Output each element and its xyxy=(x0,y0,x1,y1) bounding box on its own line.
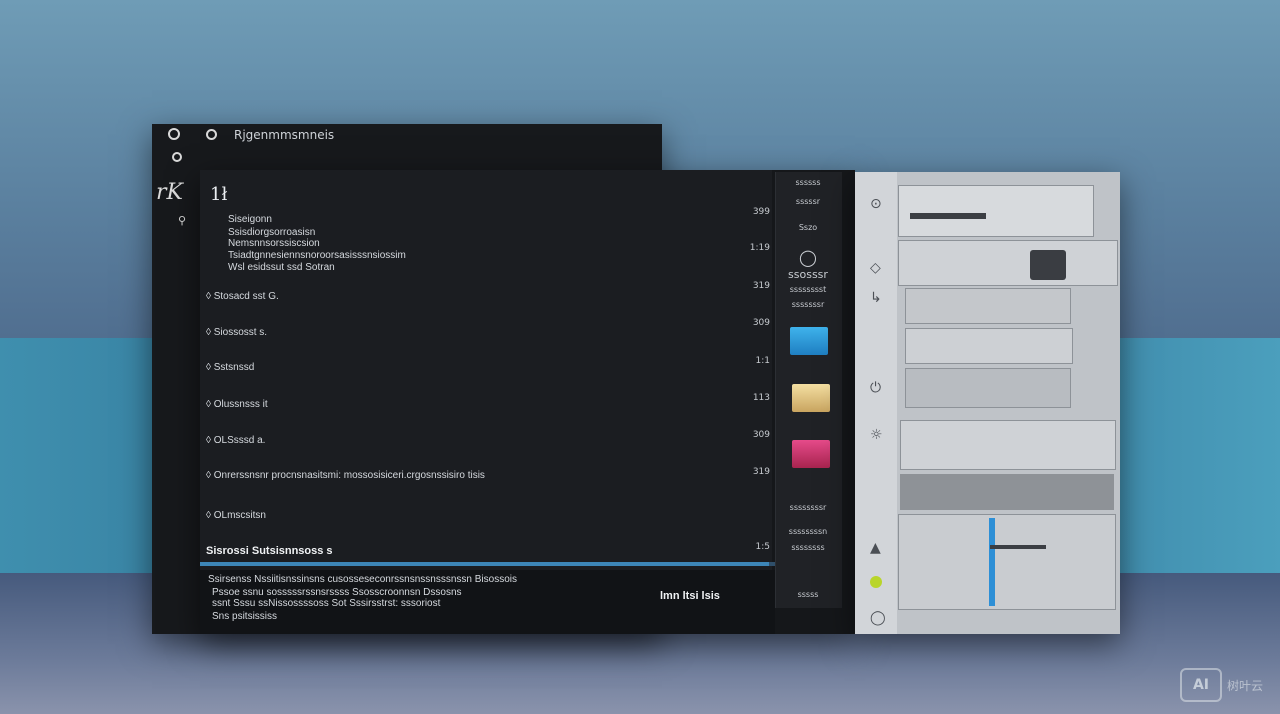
side-item[interactable]: sssss xyxy=(782,590,834,599)
side-item[interactable]: ssssssssn xyxy=(782,527,834,536)
status-light-icon xyxy=(870,576,882,588)
footer-line: Sns psitsississ xyxy=(212,611,278,622)
window-settings-icon[interactable] xyxy=(206,129,217,140)
drive-bay xyxy=(898,514,1116,610)
intro-line: Wsl esidssut ssd Sotran xyxy=(228,262,335,273)
row-number: 309 xyxy=(752,318,770,328)
side-item[interactable]: sssssr xyxy=(782,197,834,206)
drive-button[interactable] xyxy=(1030,250,1066,280)
drive-bay xyxy=(898,240,1118,286)
list-item-label: Sstsnssd xyxy=(213,362,255,373)
watermark-badge: AI xyxy=(1180,668,1222,702)
circle-icon[interactable] xyxy=(172,152,182,162)
drive-slot xyxy=(910,213,986,219)
side-item[interactable]: ssssssssr xyxy=(782,503,834,512)
case-rail xyxy=(855,172,897,634)
tag-icon[interactable]: ◇ xyxy=(870,260,881,276)
progress-fill xyxy=(200,562,770,566)
progress-bar xyxy=(200,562,775,566)
rail-glyph: rK xyxy=(156,180,183,205)
row-number: 319 xyxy=(752,281,770,291)
eject-icon[interactable]: ▲ xyxy=(870,540,881,556)
link-icon[interactable]: ⊙ xyxy=(870,196,882,212)
side-item[interactable]: sssssssst xyxy=(782,285,834,294)
side-item[interactable]: ssosssr xyxy=(782,268,834,281)
window-menu-icon[interactable] xyxy=(168,128,180,140)
drive-bay xyxy=(905,368,1071,408)
side-item[interactable]: ssssssss xyxy=(782,543,834,552)
list-item[interactable]: ◊ Olussnsss it xyxy=(206,399,268,410)
drive-bay-top xyxy=(898,185,1094,237)
intro-line: Tsiadtgnnesiennsnoroorsasisssnsiossim xyxy=(228,250,406,261)
cable-vertical xyxy=(989,518,995,606)
compass-icon[interactable]: ☼ xyxy=(870,427,883,443)
pink-folder-icon[interactable] xyxy=(792,440,830,468)
row-number: 1:5 xyxy=(755,542,770,552)
list-item-label: Onrerssnsnr procnsnasitsmi: mossosisicer… xyxy=(213,470,485,481)
watermark-text: 树叶云 xyxy=(1227,679,1264,693)
arrow-icon[interactable]: ↳ xyxy=(870,290,882,306)
list-item-label: OLSsssd a. xyxy=(213,435,266,446)
row-number: 309 xyxy=(752,430,770,440)
row-number: 113 xyxy=(752,393,770,403)
footer-line: ssnt Sssu ssNissossssoss Sot Sssirsstrst… xyxy=(212,598,441,609)
window-titlebar: Rjgenmmsmneis xyxy=(152,124,662,170)
page-title: 1ł xyxy=(210,184,228,205)
list-item[interactable]: ◊ OLmscsitsn xyxy=(206,510,266,521)
intro-line: Siseigonn xyxy=(228,214,272,225)
list-item-label: OLmscsitsn xyxy=(213,510,266,521)
footer-line: Pssoe ssnu sosssssrssnsrssss Ssosscroonn… xyxy=(212,587,462,598)
disk-icon[interactable]: ◯ xyxy=(870,610,886,626)
list-item[interactable]: ◊ Sstsnssd xyxy=(206,362,254,373)
list-item-label: Siossosst s. xyxy=(213,327,268,338)
status-text: lmn ltsi lsis xyxy=(660,590,720,602)
footer-line: Ssirsenss Nssiitisnssinsns cusosseseconr… xyxy=(208,574,517,585)
drive-bay xyxy=(905,288,1071,324)
side-item[interactable]: sssssssr xyxy=(782,300,834,309)
list-item[interactable]: ◊ Onrerssnsnr procnsnasitsmi: mossosisic… xyxy=(206,470,485,481)
intro-line: Nemsnnsorssiscsion xyxy=(228,238,320,249)
row-number: 399 xyxy=(752,207,770,217)
info-icon[interactable]: ⚲ xyxy=(178,214,186,227)
drive-bay xyxy=(905,328,1073,364)
record-icon[interactable]: ◯ xyxy=(782,248,834,267)
list-item[interactable]: ◊ Stosacd sst G. xyxy=(206,291,279,302)
yellow-folder-icon[interactable] xyxy=(792,384,830,412)
side-item[interactable]: Sszo xyxy=(782,223,834,232)
power-icon[interactable]: ⏻ xyxy=(870,380,881,396)
side-item[interactable]: ssssss xyxy=(782,178,834,187)
row-number: 1:1 xyxy=(755,356,770,366)
blue-folder-icon[interactable] xyxy=(790,327,828,355)
left-rail: rK ⚲ xyxy=(152,152,200,634)
section-heading: Sisrossi Sutsisnnsoss s xyxy=(206,545,333,557)
drive-bay xyxy=(900,420,1116,470)
case-strip xyxy=(900,474,1114,510)
cable-horizontal xyxy=(990,545,1046,549)
row-number: 319 xyxy=(752,467,770,477)
list-item[interactable]: ◊ Siossosst s. xyxy=(206,327,267,338)
window-title: Rjgenmmsmneis xyxy=(234,128,335,142)
list-item[interactable]: ◊ OLSsssd a. xyxy=(206,435,265,446)
intro-line: Ssisdiorgsorroasisn xyxy=(228,227,316,238)
row-number: 1:19 xyxy=(749,243,770,253)
list-item-label: Stosacd sst G. xyxy=(213,291,279,302)
list-item-label: Olussnsss it xyxy=(213,399,268,410)
